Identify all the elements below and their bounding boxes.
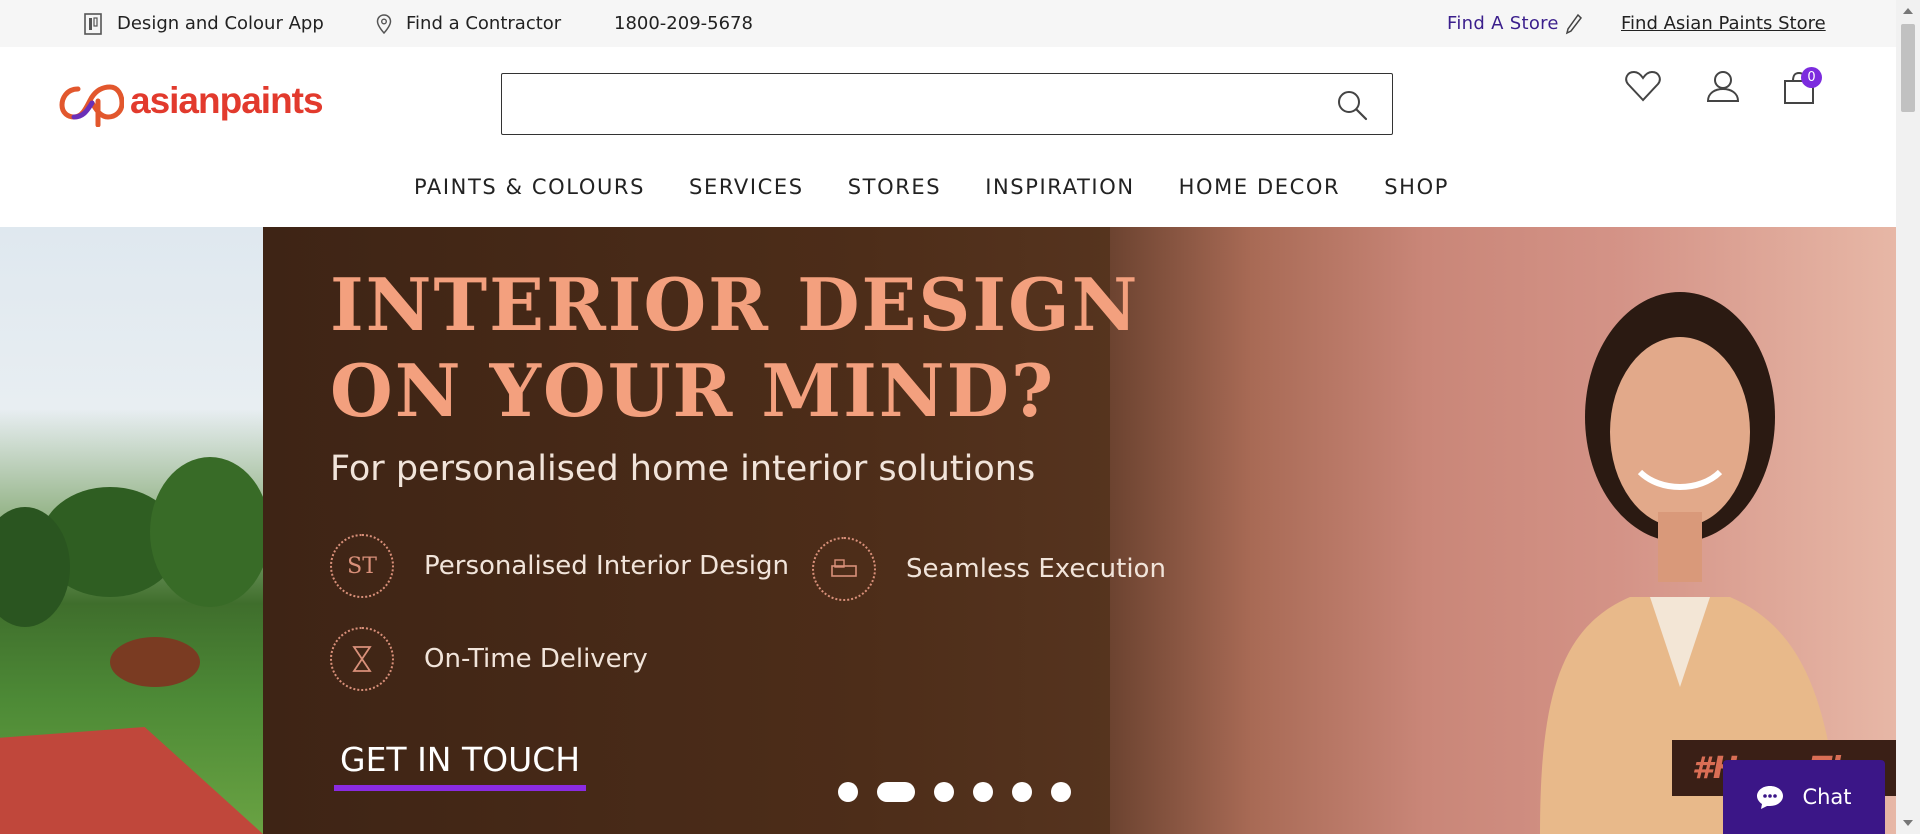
- site-header: asianpaints 0 PAINTS & COLOURS SERVICES …: [0, 47, 1896, 227]
- hero-title-line-1: INTERIOR DESIGN: [330, 262, 1140, 347]
- carousel-dot-1[interactable]: [838, 782, 858, 802]
- interior-design-monogram-icon: ST: [330, 534, 394, 598]
- feature-on-time-delivery: On-Time Delivery: [330, 627, 648, 691]
- scroll-up-arrow-icon[interactable]: [1903, 8, 1913, 14]
- top-utility-bar: Design and Colour App Find a Contractor …: [0, 0, 1896, 47]
- scrollbar-thumb[interactable]: [1901, 24, 1915, 112]
- pencil-icon: [1565, 13, 1582, 34]
- nav-stores[interactable]: STORES: [848, 175, 941, 199]
- hero-carousel[interactable]: INTERIOR DESIGN ON YOUR MIND? For persona…: [0, 227, 1896, 834]
- search-icon[interactable]: [1336, 89, 1368, 121]
- design-colour-app-link[interactable]: Design and Colour App: [83, 0, 324, 47]
- app-icon: [84, 12, 102, 35]
- find-a-store-link[interactable]: Find A Store: [1447, 0, 1583, 47]
- get-in-touch-button[interactable]: GET IN TOUCH: [334, 740, 587, 791]
- carousel-dot-2-active[interactable]: [877, 782, 915, 802]
- carousel-dots: [838, 782, 1090, 802]
- feature-label: Seamless Execution: [906, 554, 1166, 584]
- asianpaints-logo[interactable]: asianpaints: [58, 75, 324, 127]
- nav-services[interactable]: SERVICES: [689, 175, 804, 199]
- main-navigation: PAINTS & COLOURS SERVICES STORES INSPIRA…: [414, 175, 1471, 199]
- account-user-icon[interactable]: [1706, 69, 1740, 103]
- tiled-path-shape: [0, 727, 263, 834]
- tree-shape: [150, 457, 270, 607]
- carousel-dot-6[interactable]: [1051, 782, 1071, 802]
- carousel-dot-3[interactable]: [934, 782, 954, 802]
- feature-label: On-Time Delivery: [424, 644, 648, 674]
- chat-bubble-icon: [1757, 786, 1784, 809]
- cart-count-badge: 0: [1801, 67, 1822, 88]
- chat-label: Chat: [1802, 785, 1852, 809]
- carousel-dot-5[interactable]: [1012, 782, 1032, 802]
- carousel-dot-4[interactable]: [973, 782, 993, 802]
- feature-seamless-execution: Seamless Execution: [812, 537, 1166, 601]
- wishlist-heart-icon[interactable]: [1624, 69, 1662, 103]
- search-bar[interactable]: [501, 73, 1393, 135]
- feature-label: Personalised Interior Design: [424, 551, 789, 581]
- nav-paints-colours[interactable]: PAINTS & COLOURS: [414, 175, 645, 199]
- hero-title: INTERIOR DESIGN ON YOUR MIND?: [330, 262, 1139, 434]
- nav-shop[interactable]: SHOP: [1384, 175, 1449, 199]
- find-contractor-label: Find a Contractor: [406, 13, 562, 34]
- previous-slide-peek: [0, 227, 270, 834]
- asianpaints-wordmark: asianpaints: [130, 80, 324, 121]
- search-input[interactable]: [518, 74, 1322, 134]
- find-a-store-label: Find A Store: [1447, 13, 1559, 34]
- sofa-icon: [812, 537, 876, 601]
- find-contractor-link[interactable]: Find a Contractor: [376, 0, 561, 47]
- hero-subtitle: For personalised home interior solutions: [330, 449, 1036, 489]
- feature-personalised-design: ST Personalised Interior Design: [330, 534, 789, 598]
- hero-title-line-2: ON YOUR MIND?: [330, 348, 1056, 433]
- nav-inspiration[interactable]: INSPIRATION: [985, 175, 1134, 199]
- design-colour-app-label: Design and Colour App: [117, 13, 324, 34]
- phone-number-label: 1800-209-5678: [614, 13, 753, 34]
- page-scrollbar[interactable]: [1896, 0, 1920, 834]
- chat-button[interactable]: Chat: [1723, 760, 1885, 834]
- scroll-down-arrow-icon[interactable]: [1903, 820, 1913, 826]
- find-asian-paints-store-link[interactable]: Find Asian Paints Store: [1621, 0, 1826, 47]
- phone-number[interactable]: 1800-209-5678: [614, 0, 753, 47]
- flower-bed-shape: [110, 637, 200, 687]
- asianpaints-logo-mark: [59, 84, 124, 127]
- find-asian-paints-store-label: Find Asian Paints Store: [1621, 13, 1826, 34]
- hourglass-icon: [330, 627, 394, 691]
- nav-home-decor[interactable]: HOME DECOR: [1179, 175, 1341, 199]
- location-pin-icon: [376, 13, 392, 34]
